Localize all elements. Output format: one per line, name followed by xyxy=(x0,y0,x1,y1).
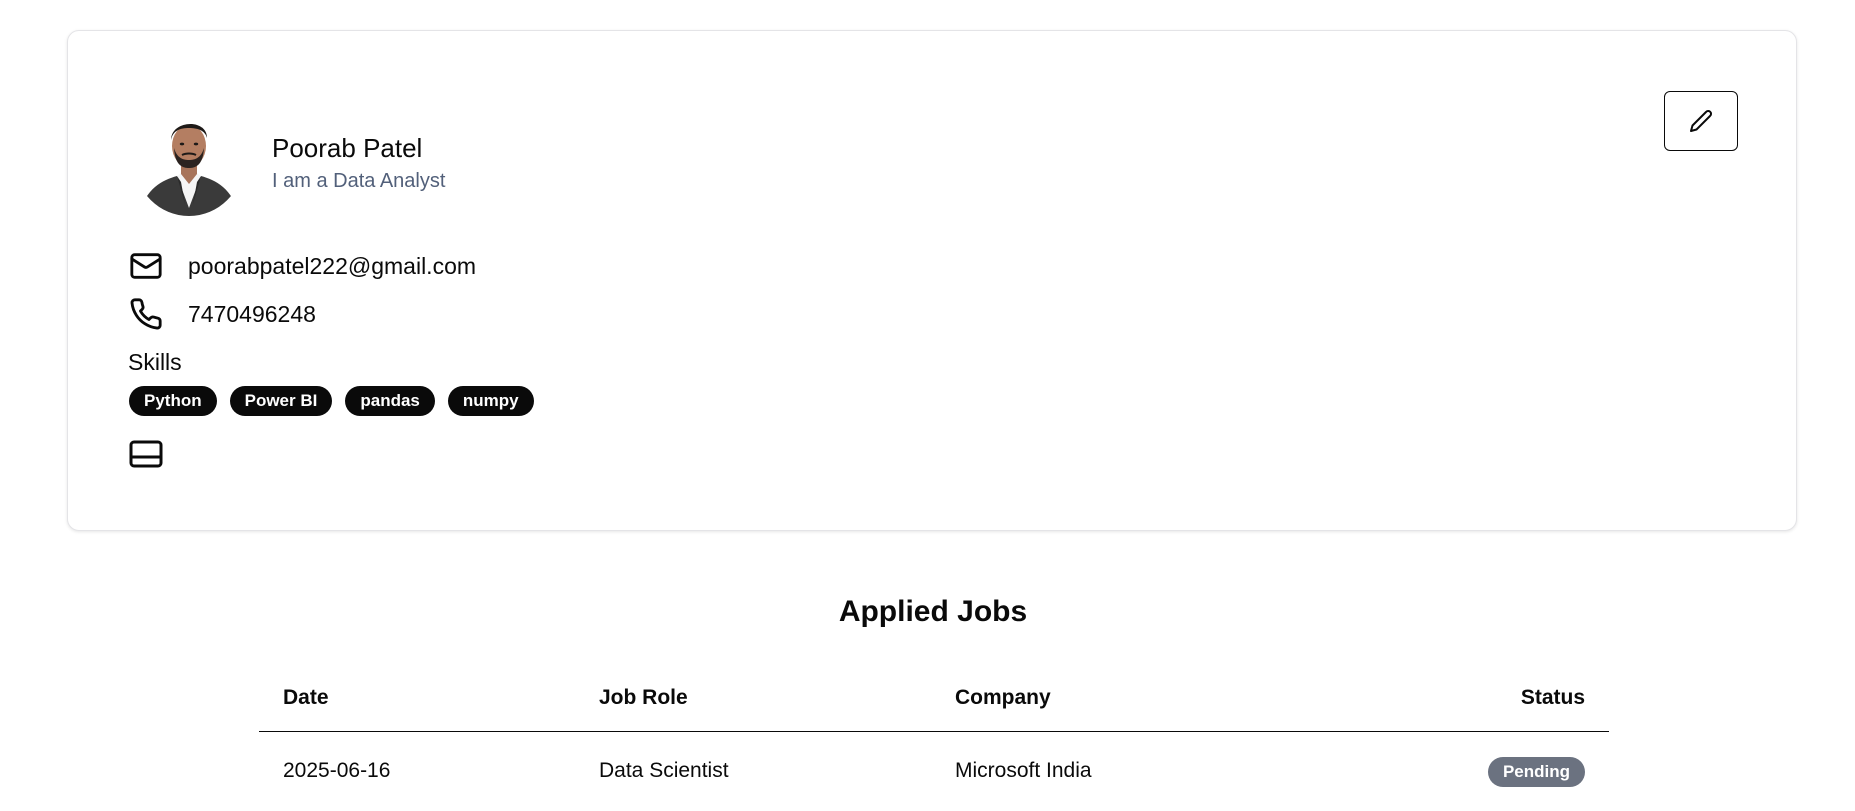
edit-profile-button[interactable] xyxy=(1664,91,1738,151)
avatar xyxy=(135,108,243,216)
cell-date: 2025-06-16 xyxy=(283,759,391,782)
profile-card: Poorab Patel I am a Data Analyst poorabp… xyxy=(67,30,1797,531)
cell-company: Microsoft India xyxy=(955,759,1092,782)
column-header-date: Date xyxy=(283,686,329,709)
applied-jobs-table: Date Job Role Company Status 2025-06-16 … xyxy=(259,668,1609,807)
skills-label: Skills xyxy=(128,349,182,375)
status-badge: Pending xyxy=(1487,757,1585,787)
cell-job-role: Data Scientist xyxy=(599,759,729,782)
phone-row: 7470496248 xyxy=(128,296,316,332)
email-text: poorabpatel222@gmail.com xyxy=(188,252,477,279)
email-row: poorabpatel222@gmail.com xyxy=(128,248,476,284)
skill-badge: numpy xyxy=(447,386,534,416)
skill-badge: pandas xyxy=(345,386,435,416)
mail-icon xyxy=(128,248,164,284)
user-bio: I am a Data Analyst xyxy=(272,170,446,192)
cell-status: Pending xyxy=(1487,757,1585,787)
table-row[interactable]: 2025-06-16 Data Scientist Microsoft Indi… xyxy=(259,732,1609,807)
column-header-status: Status xyxy=(1520,686,1585,709)
column-header-job-role: Job Role xyxy=(599,686,688,709)
applied-jobs-title: Applied Jobs xyxy=(838,595,1028,628)
resume-card-icon[interactable] xyxy=(128,436,164,472)
pencil-icon xyxy=(1690,110,1713,132)
skills-list: Python Power BI pandas numpy xyxy=(129,386,534,416)
phone-text: 7470496248 xyxy=(188,300,316,327)
profile-header: Poorab Patel I am a Data Analyst xyxy=(272,132,445,194)
column-header-company: Company xyxy=(955,686,1051,709)
skill-badge: Power BI xyxy=(229,386,333,416)
table-header: Date Job Role Company Status xyxy=(259,668,1609,732)
user-name: Poorab Patel xyxy=(272,133,423,163)
skill-badge: Python xyxy=(129,386,217,416)
phone-icon xyxy=(128,296,164,332)
